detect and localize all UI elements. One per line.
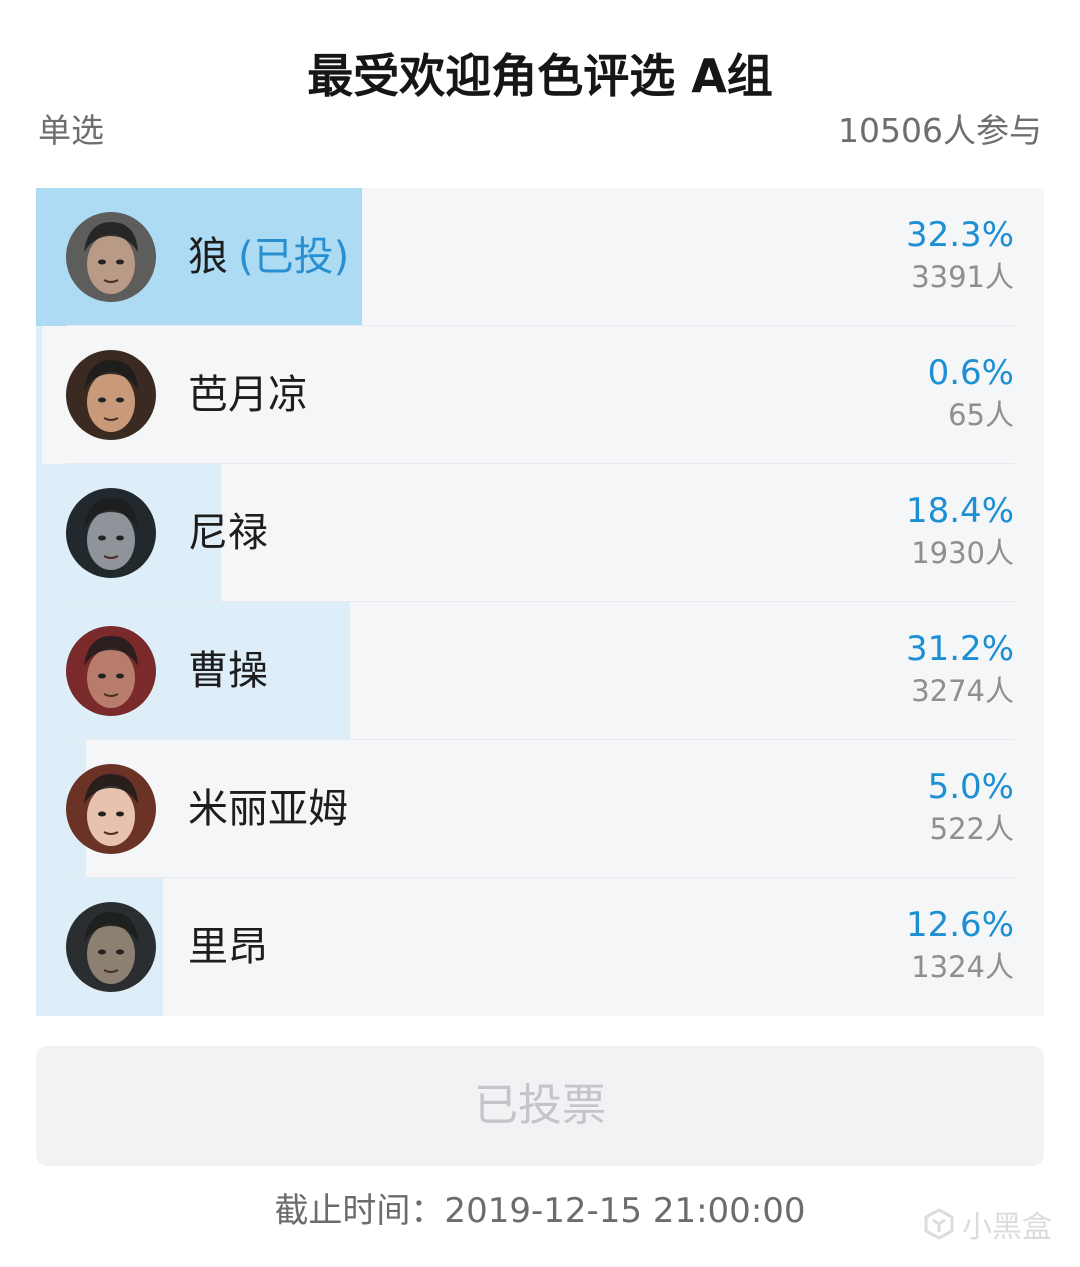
option-name: 狼 (已投) bbox=[188, 227, 349, 287]
poll-option[interactable]: 曹操 31.2% 3274人 bbox=[36, 602, 1044, 740]
option-vote-count: 1930人 bbox=[911, 536, 1014, 570]
wolf-avatar bbox=[66, 212, 156, 302]
nero-avatar bbox=[66, 488, 156, 578]
option-percent: 31.2% bbox=[905, 629, 1014, 669]
deadline-text: 截止时间：2019-12-15 21:00:00 bbox=[274, 1191, 806, 1231]
poll-options: 狼 (已投) 32.3% 3391人芭月凉 0.6% 65人尼禄 18.4% 1930人曹操 3… bbox=[36, 188, 1044, 1016]
option-percent: 32.3% bbox=[905, 215, 1014, 255]
option-label: 里昂 bbox=[188, 924, 268, 970]
miriam-avatar bbox=[66, 764, 156, 854]
option-label: 尼禄 bbox=[188, 510, 268, 556]
option-label: 米丽亚姆 bbox=[188, 786, 348, 832]
watermark-text: 小黑盒 bbox=[962, 1210, 1052, 1245]
poll-option[interactable]: 里昂 12.6% 1324人 bbox=[36, 878, 1044, 1016]
poll-option[interactable]: 芭月凉 0.6% 65人 bbox=[36, 326, 1044, 464]
option-name: 尼禄 bbox=[188, 503, 268, 563]
option-vote-count: 3274人 bbox=[911, 674, 1014, 708]
leon-avatar bbox=[66, 902, 156, 992]
option-name: 芭月凉 bbox=[188, 365, 308, 425]
poll-mode: 单选 bbox=[38, 111, 104, 150]
result-bar bbox=[36, 326, 43, 464]
option-name: 里昂 bbox=[188, 917, 268, 977]
option-percent: 5.0% bbox=[927, 767, 1014, 807]
poll-title: 最受欢迎角色评选 A组 bbox=[307, 49, 773, 103]
option-vote-count: 1324人 bbox=[911, 950, 1014, 984]
voted-button[interactable]: 已投票 bbox=[36, 1046, 1044, 1166]
option-label: 芭月凉 bbox=[188, 372, 308, 418]
poll-option[interactable]: 狼 (已投) 32.3% 3391人 bbox=[36, 188, 1044, 326]
option-label: 曹操 bbox=[188, 648, 268, 694]
voted-tag: (已投) bbox=[238, 234, 350, 280]
option-percent: 0.6% bbox=[927, 353, 1014, 393]
poll-option[interactable]: 米丽亚姆 5.0% 522人 bbox=[36, 740, 1044, 878]
option-vote-count: 3391人 bbox=[911, 260, 1014, 294]
ryo-avatar bbox=[66, 350, 156, 440]
participant-count: 10506人参与 bbox=[838, 111, 1042, 150]
watermark: 小黑盒 bbox=[922, 1202, 1052, 1246]
option-vote-count: 65人 bbox=[948, 398, 1014, 432]
option-percent: 12.6% bbox=[905, 905, 1014, 945]
poll-option[interactable]: 尼禄 18.4% 1930人 bbox=[36, 464, 1044, 602]
option-label: 狼 bbox=[188, 234, 228, 280]
option-name: 曹操 bbox=[188, 641, 268, 701]
option-vote-count: 522人 bbox=[929, 812, 1014, 846]
option-percent: 18.4% bbox=[905, 491, 1014, 531]
heybox-logo-icon bbox=[924, 1208, 954, 1240]
option-name: 米丽亚姆 bbox=[188, 779, 348, 839]
caocao-avatar bbox=[66, 626, 156, 716]
